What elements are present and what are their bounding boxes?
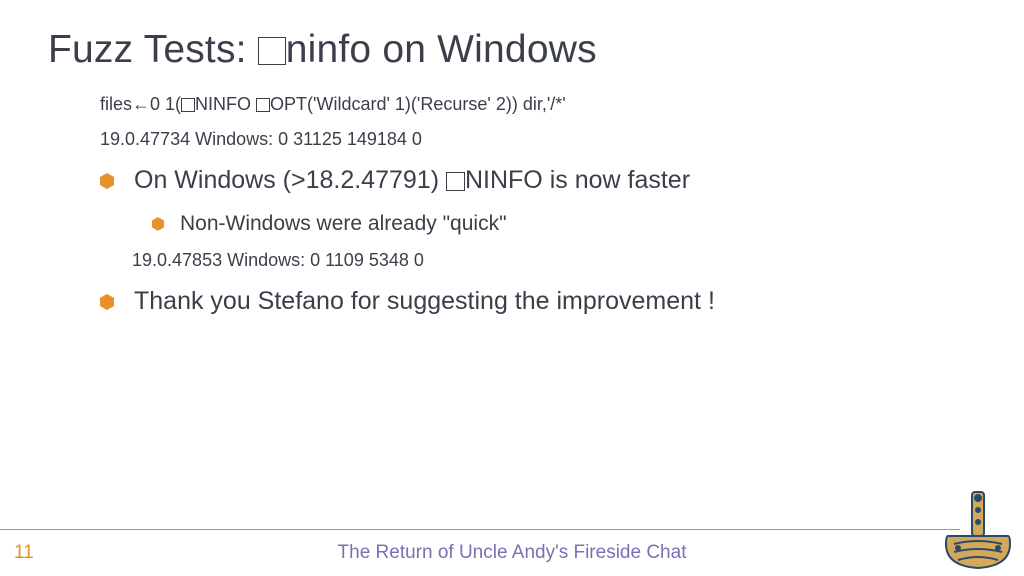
title-pre: Fuzz Tests:: [48, 28, 258, 71]
footer-title: The Return of Uncle Andy's Fireside Chat: [0, 542, 1024, 564]
footer-divider: [0, 529, 960, 530]
hexagon-bullet-icon: [152, 217, 164, 231]
slide-title: Fuzz Tests: ninfo on Windows: [48, 28, 976, 72]
placeholder-box-icon: [256, 98, 270, 112]
code1-mid: NINFO: [195, 94, 256, 114]
hexagon-bullet-icon: [100, 294, 114, 310]
placeholder-box-icon: [258, 37, 286, 65]
sub-bullets: Non-Windows were already "quick" 19.0.47…: [100, 210, 976, 271]
code-line-3: 19.0.47853 Windows: 0 1109 5348 0: [132, 250, 976, 271]
bullet1-pre: On Windows (>18.2.47791): [134, 166, 446, 194]
bullet-2: Thank you Stefano for suggesting the imp…: [100, 285, 976, 319]
slide-content: files←0 1( NINFO OPT('Wildcard' 1)('Recur…: [48, 94, 976, 319]
code1-pre: files←0 1(: [100, 94, 181, 114]
hexagon-bullet-icon: [100, 173, 114, 189]
sub-bullet-1-text: Non-Windows were already "quick": [180, 210, 507, 238]
sub-bullet-1: Non-Windows were already "quick": [152, 210, 976, 238]
code-line-2: 19.0.47734 Windows: 0 31125 149184 0: [100, 129, 976, 150]
placeholder-box-icon: [181, 98, 195, 112]
title-post: ninfo on Windows: [286, 28, 597, 71]
bullet1-post: NINFO is now faster: [465, 166, 690, 194]
slide: Fuzz Tests: ninfo on Windows files←0 1( N…: [0, 0, 1024, 576]
hammer-ornament-icon: [942, 488, 1014, 572]
placeholder-box-icon: [446, 172, 465, 191]
code-line-1: files←0 1( NINFO OPT('Wildcard' 1)('Recur…: [100, 94, 976, 115]
bullet-2-text: Thank you Stefano for suggesting the imp…: [134, 285, 715, 319]
code1-post: OPT('Wildcard' 1)('Recurse' 2)) dir,'/*': [270, 94, 566, 114]
bullet-1: On Windows (>18.2.47791) NINFO is now fa…: [100, 164, 976, 198]
bullet-1-text: On Windows (>18.2.47791) NINFO is now fa…: [134, 164, 690, 198]
